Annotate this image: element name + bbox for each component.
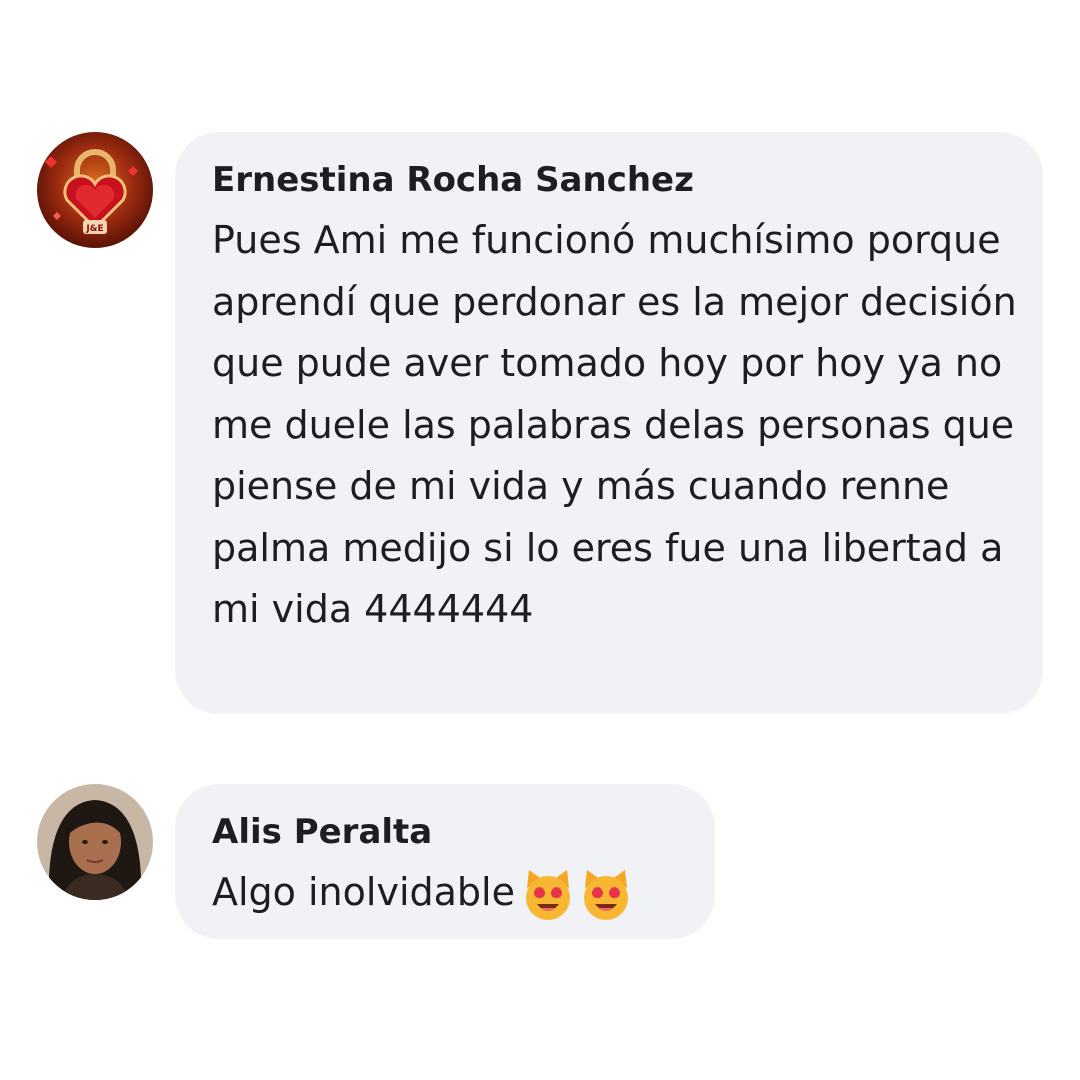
comment-bubble: Alis Peralta Algo inolvidable [175,784,715,939]
comment: J&E Ernestina Rocha Sanchez Pues Ami me … [37,132,1043,714]
comment-text-line: Algo inolvidable [212,862,685,924]
avatar[interactable]: J&E [37,132,153,248]
avatar[interactable] [37,784,153,900]
comment-author[interactable]: Alis Peralta [212,810,685,854]
smiling-cat-heart-eyes-emoji-icon [521,868,575,922]
heart-lock-avatar-icon: J&E [37,132,153,248]
woman-portrait-avatar-icon [37,784,153,900]
comment-author[interactable]: Ernestina Rocha Sanchez [212,158,1013,202]
smiling-cat-heart-eyes-emoji-icon [579,868,633,922]
comment-bubble: Ernestina Rocha Sanchez Pues Ami me func… [175,132,1043,714]
comment: Alis Peralta Algo inolvidable [37,784,715,939]
comment-text: Pues Ami me funcionó muchísimo porque ap… [212,218,1017,631]
avatar-initials: J&E [85,224,103,234]
comment-text: Algo inolvidable [212,870,515,914]
